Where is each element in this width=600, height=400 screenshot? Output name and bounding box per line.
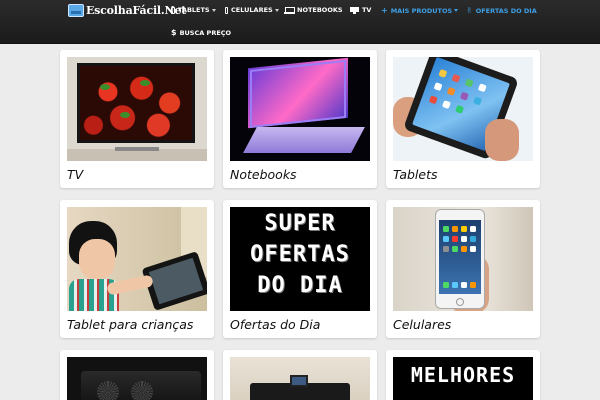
phone-icon	[225, 6, 228, 14]
ofertas-image-line: DO DIA	[257, 273, 343, 298]
kids-tablet-image[interactable]	[67, 207, 207, 311]
chevron-down-icon	[211, 8, 216, 12]
nav-notebooks-label: NOTEBOOKS	[297, 6, 343, 14]
ofertas-image[interactable]: SUPER OFERTAS DO DIA	[230, 207, 370, 311]
camera-image[interactable]	[67, 357, 207, 400]
nav-ofertas-label: OFERTAS DO DIA	[475, 6, 537, 15]
category-title[interactable]: TV	[67, 167, 83, 182]
category-card-notebooks[interactable]: Notebooks	[223, 50, 377, 188]
category-card-tablet-criancas[interactable]: Tablet para crianças	[60, 200, 214, 338]
category-card-printer[interactable]	[223, 350, 377, 400]
nav-notebooks[interactable]: NOTEBOOKS	[284, 6, 343, 14]
plus-icon: +	[381, 6, 388, 15]
category-title[interactable]: Tablet para crianças	[67, 317, 193, 332]
category-title[interactable]: Tablets	[393, 167, 438, 182]
category-title[interactable]: Ofertas do Dia	[230, 317, 320, 332]
tablet-icon	[171, 6, 175, 14]
nav-celulares[interactable]: CELULARES	[225, 6, 279, 14]
ofertas-image-line: SUPER	[264, 211, 336, 236]
chevron-down-icon	[454, 9, 459, 12]
tv-image[interactable]	[67, 57, 207, 161]
melhores-image[interactable]: MELHORES	[393, 357, 533, 400]
category-card-celulares[interactable]: Celulares	[386, 200, 540, 338]
category-card-tv[interactable]: TV	[60, 50, 214, 188]
nav-busca-preco-label: BUSCA PREÇO	[179, 28, 232, 37]
celulares-image[interactable]	[393, 207, 533, 311]
dollar-icon: $	[171, 28, 177, 37]
laptop-icon	[284, 6, 295, 14]
nav-celulares-label: CELULARES	[231, 6, 273, 14]
category-title[interactable]: Celulares	[393, 317, 451, 332]
printer-image[interactable]	[230, 357, 370, 400]
top-navbar: EscolhaFácil.Net TABLETS CELULARES NOTEB…	[0, 0, 600, 44]
nav-tablets[interactable]: TABLETS	[171, 6, 216, 14]
logo-icon	[68, 4, 84, 17]
ofertas-image-line: OFERTAS	[250, 242, 350, 267]
category-card-camera[interactable]	[60, 350, 214, 400]
nav-tv[interactable]: TV	[350, 6, 371, 14]
nav-busca-preco[interactable]: $ BUSCA PREÇO	[171, 28, 231, 37]
melhores-image-text: MELHORES	[410, 363, 516, 387]
category-title[interactable]: Notebooks	[230, 167, 297, 182]
category-grid: TV Notebooks Tablets Tablet para criança…	[60, 50, 540, 400]
nav-tv-label: TV	[362, 6, 372, 14]
thumbs-up-icon: ✌	[466, 6, 473, 15]
nav-ofertas-do-dia[interactable]: ✌ OFERTAS DO DIA	[466, 6, 537, 15]
chevron-down-icon	[274, 8, 279, 12]
tablets-image[interactable]	[393, 57, 533, 161]
nav-mais-produtos-label: MAIS PRODUTOS	[390, 6, 453, 15]
nav-tablets-label: TABLETS	[178, 6, 210, 14]
tv-icon	[350, 6, 359, 14]
category-card-tablets[interactable]: Tablets	[386, 50, 540, 188]
nav-mais-produtos[interactable]: + MAIS PRODUTOS	[381, 6, 459, 15]
category-card-melhores[interactable]: MELHORES	[386, 350, 540, 400]
notebooks-image[interactable]	[230, 57, 370, 161]
site-logo[interactable]: EscolhaFácil.Net	[68, 4, 186, 17]
category-card-ofertas[interactable]: SUPER OFERTAS DO DIA Ofertas do Dia	[223, 200, 377, 338]
